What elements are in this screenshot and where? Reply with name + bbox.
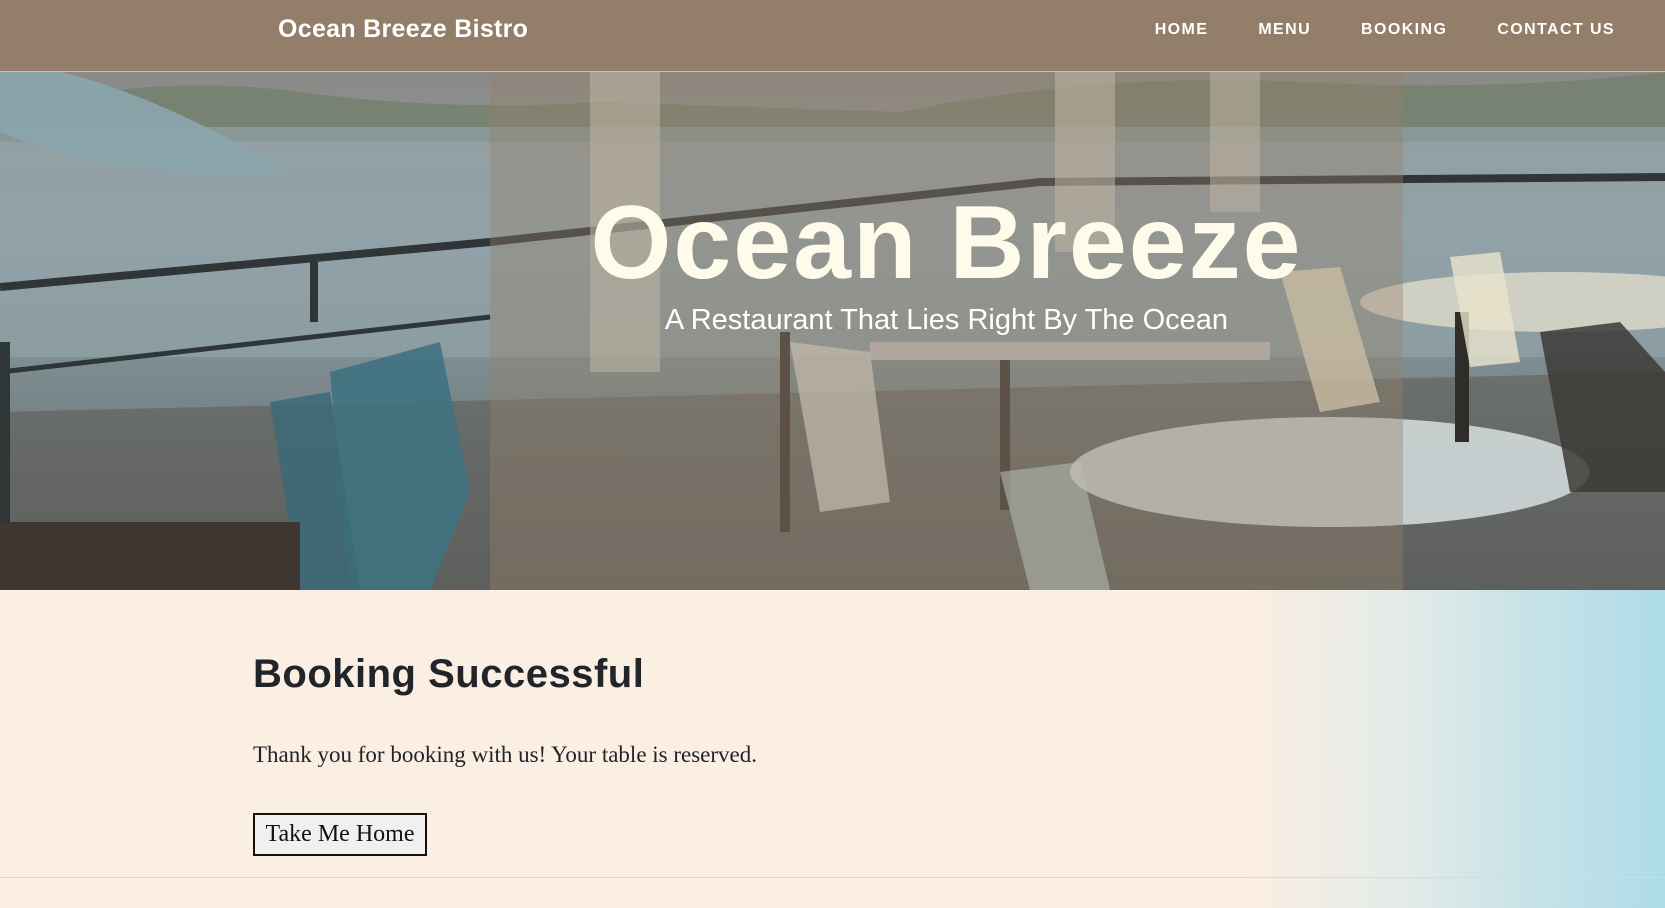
booking-confirmation-section	[0, 590, 1665, 878]
nav-link-booking[interactable]: BOOKING	[1361, 21, 1447, 39]
hero-banner: Ocean Breeze A Restaurant That Lies Righ…	[0, 72, 1665, 590]
take-me-home-button[interactable]: Take Me Home	[253, 813, 427, 856]
hero-subtitle: A Restaurant That Lies Right By The Ocea…	[664, 304, 1229, 336]
page-title: Booking Successful	[253, 652, 645, 696]
nav-link-menu[interactable]: MENU	[1258, 21, 1311, 39]
nav-link-home[interactable]: HOME	[1155, 21, 1209, 39]
footer-strip	[0, 878, 1665, 908]
confirmation-message: Thank you for booking with us! Your tabl…	[253, 742, 758, 767]
nav-link-contact-us[interactable]: CONTACT US	[1497, 21, 1615, 39]
nav-links: HOME MENU BOOKING CONTACT US	[1105, 21, 1615, 39]
navbar: Ocean Breeze Bistro HOME MENU BOOKING CO…	[0, 0, 1665, 72]
brand-logo-link[interactable]: Ocean Breeze Bistro	[278, 15, 528, 44]
hero-title: Ocean Breeze	[590, 185, 1303, 301]
